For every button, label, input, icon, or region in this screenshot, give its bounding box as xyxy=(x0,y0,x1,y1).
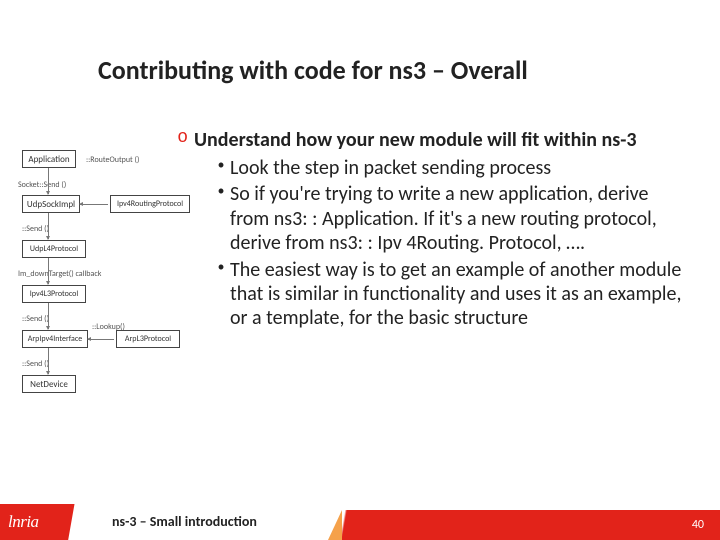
sub-list: • Look the step in packet sending proces… xyxy=(212,156,686,331)
label-send1: ::Send () xyxy=(22,224,49,234)
list-item: • Look the step in packet sending proces… xyxy=(212,156,686,180)
content-area: o Understand how your new module will fi… xyxy=(176,128,686,333)
sub-text: So if you're trying to write a new appli… xyxy=(230,182,686,255)
arrow-icon xyxy=(80,204,108,205)
arrow-icon xyxy=(88,339,114,340)
box-arpl3: ArpL3Protocol xyxy=(116,330,180,348)
label-socket-send: Socket::Send () xyxy=(18,180,66,190)
page-number: 40 xyxy=(692,518,704,532)
arrow-icon xyxy=(48,348,49,374)
arrow-icon xyxy=(48,168,49,194)
box-udpsockimpl: UdpSockImpl xyxy=(22,195,80,213)
box-arpipv4: ArpIpv4Interface xyxy=(22,330,88,348)
list-item: • So if you're trying to write a new app… xyxy=(212,182,686,255)
footer-text: ns-3 – Small introduction xyxy=(112,513,257,530)
footer: lnria ns-3 – Small introduction 40 xyxy=(0,500,720,540)
arrow-icon xyxy=(48,258,49,284)
arrow-icon xyxy=(48,303,49,329)
main-text: Understand how your new module will fit … xyxy=(194,128,636,152)
bullet-dot: • xyxy=(212,156,230,180)
slide: Contributing with code for ns3 – Overall… xyxy=(0,0,720,540)
slide-title: Contributing with code for ns3 – Overall xyxy=(98,54,528,86)
sub-text: The easiest way is to get an example of … xyxy=(230,258,686,331)
architecture-diagram: Application ::RouteOutput () Socket::Sen… xyxy=(18,150,190,440)
label-routeoutput: ::RouteOutput () xyxy=(86,155,139,165)
arrow-icon xyxy=(48,213,49,239)
box-ipv4l3: Ipv4L3Protocol xyxy=(22,285,86,303)
box-udpl4: UdpL4Protocol xyxy=(22,240,86,258)
bullet-dot: • xyxy=(212,258,230,331)
box-netdevice: NetDevice xyxy=(22,375,76,393)
list-item: o Understand how your new module will fi… xyxy=(176,128,686,152)
footer-accent xyxy=(328,510,342,540)
label-callback: Im_downTarget() callback xyxy=(18,269,101,279)
box-application: Application xyxy=(22,150,76,168)
label-send2: ::Send () xyxy=(22,314,49,324)
logo: lnria xyxy=(0,504,94,540)
bullet-circle: o xyxy=(176,128,194,152)
logo-text: lnria xyxy=(8,512,39,532)
footer-stripe xyxy=(325,510,720,540)
sub-text: Look the step in packet sending process xyxy=(230,156,551,180)
list-item: • The easiest way is to get an example o… xyxy=(212,258,686,331)
label-send3: ::Send () xyxy=(22,359,49,369)
bullet-dot: • xyxy=(212,182,230,255)
